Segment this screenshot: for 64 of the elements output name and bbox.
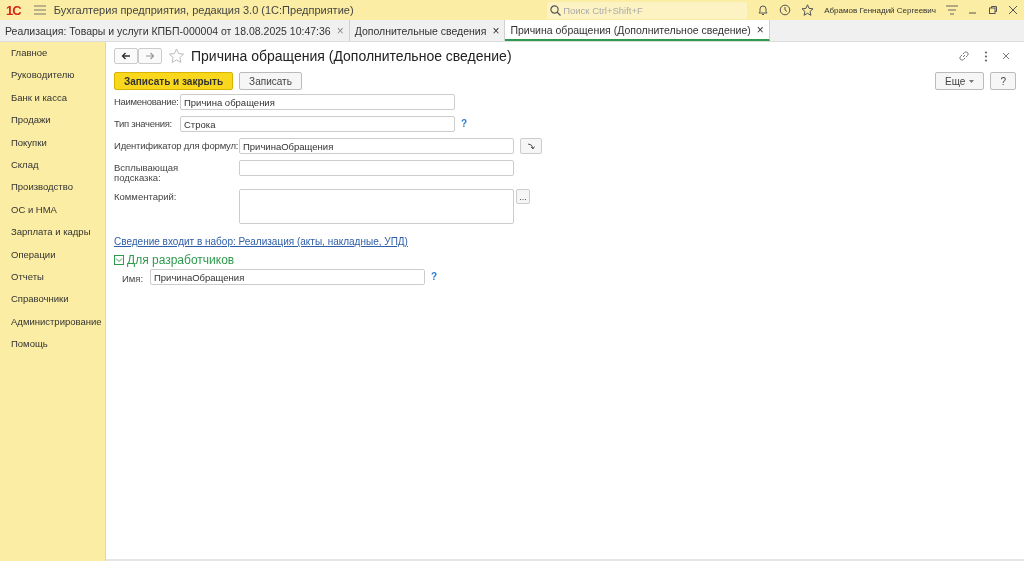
field-label: Тип значения: bbox=[114, 117, 173, 129]
back-button[interactable] bbox=[114, 48, 138, 64]
text-field[interactable]: ПричинаОбращения bbox=[150, 269, 425, 285]
field-label: Имя: bbox=[122, 271, 145, 284]
help-link[interactable]: ? bbox=[431, 269, 438, 285]
help-button[interactable]: ? bbox=[990, 72, 1016, 90]
sidebar-item[interactable]: Операции bbox=[0, 247, 105, 270]
sidebar-item[interactable]: Банк и касса bbox=[0, 90, 105, 114]
sidebar-item[interactable]: Главное bbox=[0, 46, 105, 69]
field-label: Всплывающая подсказка: bbox=[114, 161, 180, 183]
save-button[interactable]: Записать bbox=[239, 72, 302, 90]
bell-icon[interactable] bbox=[757, 4, 770, 16]
search-icon bbox=[550, 4, 562, 16]
sidebar-item[interactable]: Производство bbox=[0, 180, 105, 203]
search-field[interactable]: Поиск Ctrl+Shift+F bbox=[547, 1, 748, 19]
action-button[interactable] bbox=[520, 138, 542, 154]
sidebar-item[interactable]: Справочники bbox=[0, 292, 105, 315]
star-icon[interactable] bbox=[168, 48, 185, 64]
back-arrow-icon bbox=[121, 52, 131, 60]
close-icon[interactable] bbox=[1002, 52, 1010, 60]
sidebar-item[interactable]: Администрирование bbox=[0, 314, 105, 338]
close-icon[interactable]: × bbox=[756, 22, 764, 37]
ellipsis-button[interactable]: ... bbox=[516, 189, 530, 204]
tab-label: Реализация: Товары и услуги КПБП-000004 от 18.08.2025 10:47:36 bbox=[5, 24, 331, 37]
form-title: Причина обращения (Дополнительное сведение) bbox=[191, 48, 512, 64]
caret-icon bbox=[969, 79, 975, 83]
text-field[interactable]: Строка bbox=[180, 116, 455, 132]
user-name[interactable]: Абрамов Геннадий Сергеевич bbox=[824, 5, 936, 15]
text-field[interactable]: ПричинаОбращения bbox=[239, 138, 514, 154]
field-label: Комментарий: bbox=[114, 190, 178, 202]
comment-field[interactable] bbox=[239, 189, 514, 224]
sidebar-item[interactable]: Склад bbox=[0, 157, 105, 181]
group-title[interactable]: Для разработчиков bbox=[127, 253, 235, 267]
save-close-button[interactable]: Записать и закрыть bbox=[114, 72, 234, 90]
close-icon[interactable] bbox=[1008, 5, 1018, 15]
sidebar-item[interactable]: Продажи bbox=[0, 113, 105, 136]
more-icon[interactable] bbox=[984, 50, 988, 62]
star-icon[interactable] bbox=[801, 4, 815, 16]
sidebar-item[interactable]: Помощь bbox=[0, 337, 105, 360]
close-icon[interactable]: × bbox=[492, 23, 500, 38]
link-icon[interactable] bbox=[958, 50, 970, 62]
field-label: Наименование: bbox=[114, 95, 178, 107]
expand-toggle[interactable] bbox=[114, 255, 124, 265]
history-icon[interactable] bbox=[779, 4, 792, 16]
tab[interactable]: Причина обращения (Дополнительное сведение) × bbox=[505, 20, 770, 41]
chevron-down-icon bbox=[115, 256, 123, 264]
sidebar-item[interactable]: Отчеты bbox=[0, 269, 105, 293]
sidebar-item[interactable]: Покупки bbox=[0, 135, 105, 158]
help-link[interactable]: ? bbox=[461, 116, 468, 132]
sidebar-item[interactable]: Зарплата и кадры bbox=[0, 225, 105, 248]
tab-label: Дополнительные сведения bbox=[354, 24, 487, 37]
text-field[interactable] bbox=[239, 160, 514, 176]
sidebar-item[interactable]: ОС и НМА bbox=[0, 202, 105, 226]
field-label: Идентификатор для формул: bbox=[114, 139, 237, 151]
logo: 1С bbox=[6, 2, 22, 18]
curved-arrow-icon bbox=[527, 142, 535, 150]
set-link[interactable]: Сведение входит в набор: Реализация (акты, накладные, УПД) bbox=[114, 236, 408, 247]
sidebar-item[interactable]: Руководителю bbox=[0, 68, 105, 91]
forward-arrow-icon bbox=[145, 52, 155, 60]
more-button[interactable]: Еще bbox=[935, 72, 985, 90]
restore-icon[interactable] bbox=[988, 5, 998, 15]
app-title: Бухгалтерия предприятия, редакция 3.0 (1С:Предприятие) bbox=[53, 4, 355, 16]
tab-label: Причина обращения (Дополнительное сведение) bbox=[510, 23, 751, 36]
text-field[interactable]: Причина обращения bbox=[180, 94, 455, 110]
